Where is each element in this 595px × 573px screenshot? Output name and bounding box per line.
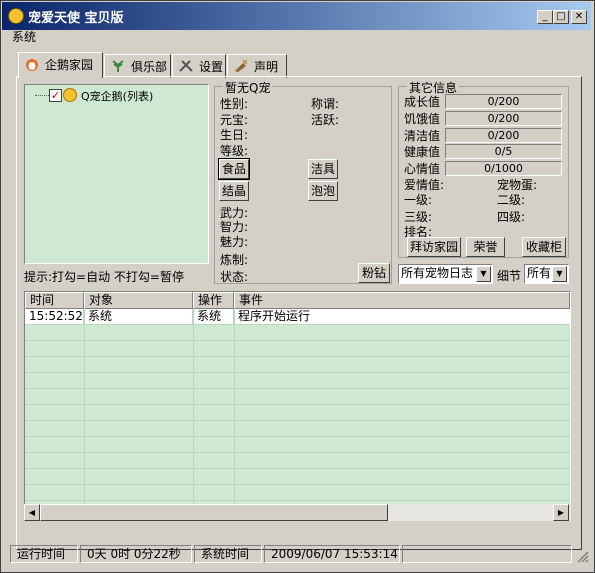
tree-checkbox[interactable]: ✓: [49, 89, 62, 102]
table-row[interactable]: 15:52:52 系统 系统 程序开始运行: [25, 309, 570, 325]
level4-label: 四级:: [497, 210, 526, 224]
col-event[interactable]: 事件: [234, 292, 570, 309]
tools-icon: [179, 60, 193, 72]
status-label: 状态:: [220, 270, 249, 284]
scroll-left-icon[interactable]: ◀: [24, 504, 40, 521]
detail-select[interactable]: 所有 ▼: [524, 264, 569, 284]
cell-event: 程序开始运行: [238, 309, 311, 323]
status-panel-empty: [402, 545, 572, 563]
status-bar: 运行时间 0天 0时 0分22秒 系统时间 2009/06/07 15:53:1…: [2, 543, 591, 565]
angel-app-icon: [8, 8, 24, 24]
log-header: 时间 对象 操作 事件: [25, 292, 570, 309]
maximize-button[interactable]: □: [553, 10, 569, 24]
chevron-down-icon[interactable]: ▼: [552, 266, 567, 282]
col-divider: [193, 309, 194, 505]
scroll-right-icon[interactable]: ▶: [553, 504, 569, 521]
club-icon: [112, 60, 124, 72]
clean-button[interactable]: 洁具: [308, 159, 338, 179]
cell-action: 系统: [193, 309, 234, 325]
log-grid[interactable]: 时间 对象 操作 事件 15:52:52 系统 系统 程序开始运行: [24, 291, 571, 521]
level-label: 等级:: [220, 144, 249, 158]
mood-value: 0/1000: [445, 161, 562, 176]
birthday-label: 生日:: [220, 128, 249, 142]
active-label: 活跃:: [311, 113, 340, 127]
bubble-button[interactable]: 泡泡: [308, 181, 338, 201]
systime-value: 2009/06/07 15:53:14: [264, 545, 400, 563]
runtime-value: 0天 0时 0分22秒: [80, 545, 192, 563]
pet-group-title: 暂无Q宠: [223, 79, 273, 96]
tab-club[interactable]: 俱乐部: [104, 54, 171, 78]
close-button[interactable]: ✕: [571, 10, 587, 24]
penguin-home-icon: [26, 59, 38, 71]
col-time[interactable]: 时间: [25, 292, 84, 309]
crystal-button[interactable]: 结晶: [219, 181, 249, 201]
penguin-tree[interactable]: ✓ Q宠企鹅(列表): [24, 84, 209, 264]
tab-label: 企鹅家园: [45, 58, 94, 72]
hunger-value: 0/200: [445, 111, 562, 126]
col-divider: [84, 309, 85, 505]
detail-value: 所有: [527, 266, 552, 280]
chevron-down-icon[interactable]: ▼: [476, 266, 491, 282]
detail-label: 细节: [497, 269, 522, 283]
collection-button[interactable]: 收藏柜: [522, 237, 566, 257]
health-value: 0/5: [445, 144, 562, 159]
tab-label: 声明: [254, 60, 279, 74]
pet-info-group: 暂无Q宠 性别: 称谓: 元宝: 活跃: 生日: 等级: 食品 洁具 结晶 泡泡…: [214, 79, 392, 284]
visit-home-button[interactable]: 拜访家园: [407, 237, 461, 257]
log-filter-value: 所有宠物日志: [401, 266, 474, 280]
hunger-label: 饥饿值: [404, 112, 441, 126]
window-title: 宠爱天使 宝贝版: [28, 11, 124, 26]
food-button[interactable]: 食品: [218, 158, 250, 180]
craft-label: 炼制:: [220, 253, 249, 267]
clean-label: 清洁值: [404, 129, 441, 143]
col-divider: [234, 309, 235, 505]
horizontal-scrollbar[interactable]: ◀ ▶: [24, 504, 571, 521]
menu-system[interactable]: 系统: [12, 28, 36, 45]
log-filter-select[interactable]: 所有宠物日志 ▼: [398, 264, 493, 284]
col-action[interactable]: 操作: [193, 292, 234, 309]
title-bar[interactable]: 宠爱天使 宝贝版 _ □ ✕: [2, 2, 591, 30]
honor-button[interactable]: 荣誉: [466, 237, 505, 257]
pet-penguin-icon: [63, 88, 77, 102]
statement-icon: [235, 60, 247, 72]
menu-bar: 系统: [2, 28, 591, 44]
title-label: 称谓:: [311, 97, 340, 111]
tab-statement[interactable]: 声明: [227, 54, 287, 78]
mood-label: 心情值: [404, 162, 441, 176]
runtime-label: 运行时间: [10, 545, 78, 563]
col-object[interactable]: 对象: [84, 292, 193, 309]
growth-value: 0/200: [445, 94, 562, 109]
minimize-button[interactable]: _: [537, 10, 553, 24]
tab-label: 设置: [199, 60, 224, 74]
cell-object: 系统: [84, 309, 193, 325]
systime-label: 系统时间: [194, 545, 262, 563]
level2-label: 二级:: [497, 193, 526, 207]
tab-settings[interactable]: 设置: [172, 54, 226, 78]
scroll-thumb[interactable]: [40, 504, 388, 521]
clean-value: 0/200: [445, 128, 562, 143]
tab-penguin-home[interactable]: 企鹅家园: [18, 52, 103, 78]
charm-label: 魅力:: [220, 235, 249, 249]
resize-grip-icon[interactable]: [575, 549, 589, 563]
growth-label: 成长值: [404, 95, 441, 109]
tree-root-label[interactable]: Q宠企鹅(列表): [81, 88, 153, 104]
cell-time: 15:52:52: [25, 309, 84, 325]
empty-rows: [25, 325, 570, 505]
level1-label: 一级:: [404, 193, 433, 207]
other-info-group: 其它信息 成长值 0/200 饥饿值 0/200 清洁值 0/200 健康值 0…: [398, 79, 569, 258]
hint-text: 提示:打勾=自动 不打勾=暂停: [24, 270, 184, 284]
gender-label: 性别:: [220, 97, 249, 111]
health-label: 健康值: [404, 145, 441, 159]
pink-diamond-button[interactable]: 粉钻: [358, 263, 390, 283]
tab-label: 俱乐部: [131, 60, 168, 74]
